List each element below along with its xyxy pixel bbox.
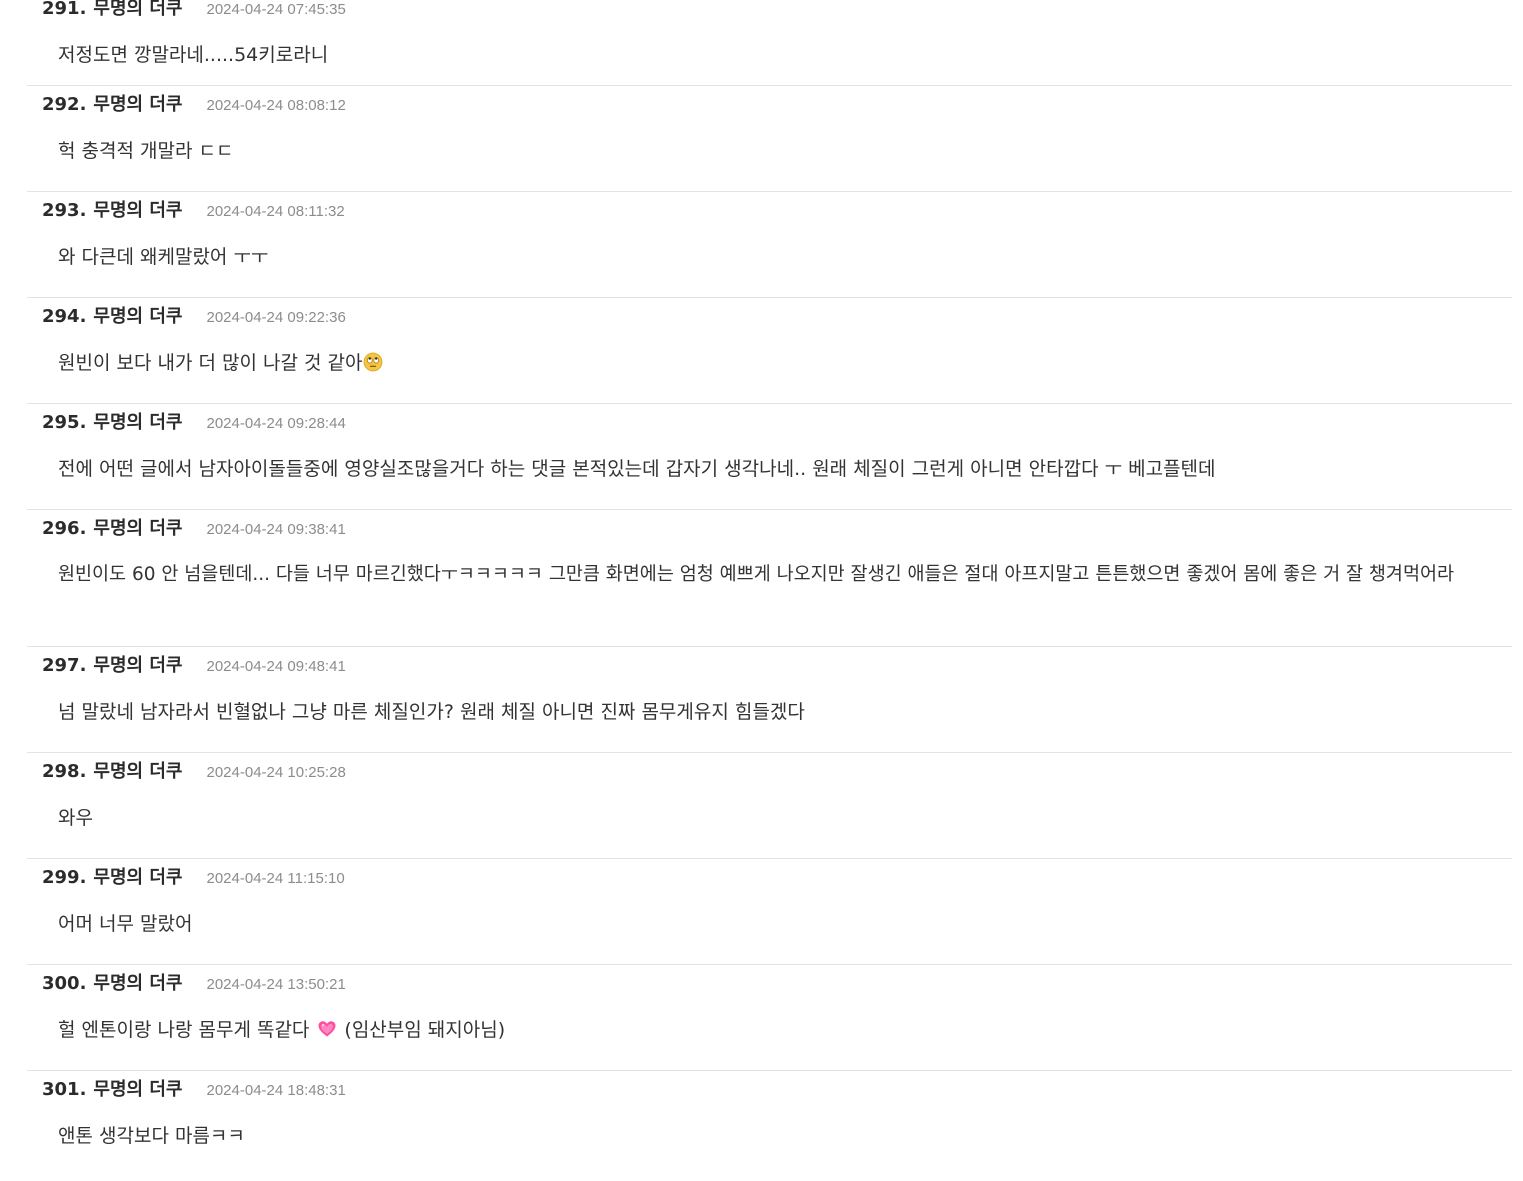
comment-header: 294. 무명의 더쿠 2024-04-24 09:22:36 [42, 302, 346, 328]
comment-number: 295. [42, 412, 87, 433]
comment-text: 원빈이 보다 내가 더 많이 나갈 것 같아 [58, 352, 363, 374]
comment-date: 2024-04-24 11:15:10 [206, 870, 345, 887]
comment-number: 298. [42, 761, 87, 782]
comment-item: 296. 무명의 더쿠 2024-04-24 09:38:41 원빈이도 60 … [27, 510, 1512, 647]
comment-author[interactable]: 무명의 더쿠 [93, 1075, 182, 1101]
comment-item: 299. 무명의 더쿠 2024-04-24 11:15:10 어머 너무 말랐… [27, 859, 1512, 965]
comment-item: 293. 무명의 더쿠 2024-04-24 08:11:32 와 다큰데 왜케… [27, 192, 1512, 298]
comment-number: 299. [42, 867, 87, 888]
comment-body: 와 다큰데 왜케말랐어 ㅜㅜ [58, 240, 1492, 274]
rolling-eyes-emoji [364, 352, 383, 372]
comment-text: 앤톤 생각보다 마름ㅋㅋ [58, 1125, 245, 1147]
comment-number: 291. [42, 0, 87, 19]
comment-body: 와우 [58, 801, 1492, 835]
comment-text: 와 다큰데 왜케말랐어 ㅜㅜ [58, 246, 269, 268]
comment-date: 2024-04-24 09:28:44 [206, 415, 346, 432]
comment-list: 291. 무명의 더쿠 2024-04-24 07:45:35 저정도면 깡말라… [0, 0, 1512, 1177]
comment-text: 저정도면 깡말라네.....54키로라니 [58, 44, 329, 66]
comment-header: 299. 무명의 더쿠 2024-04-24 11:15:10 [42, 863, 345, 889]
comment-date: 2024-04-24 09:48:41 [206, 658, 346, 675]
heart-icon [318, 1021, 336, 1037]
comment-date: 2024-04-24 09:38:41 [206, 521, 346, 538]
comment-author[interactable]: 무명의 더쿠 [93, 969, 182, 995]
comment-text: 와우 [58, 807, 93, 829]
comment-date: 2024-04-24 08:08:12 [206, 97, 346, 114]
comment-author[interactable]: 무명의 더쿠 [93, 196, 182, 222]
comment-number: 293. [42, 200, 87, 221]
comment-author[interactable]: 무명의 더쿠 [93, 302, 182, 328]
comment-body: 헐 엔톤이랑 나랑 몸무게 똑같다 (임산부임 돼지아님) [58, 1013, 1492, 1047]
comment-text: 어머 너무 말랐어 [58, 913, 193, 935]
comment-body: 넘 말랐네 남자라서 빈혈없나 그냥 마른 체질인가? 원래 체질 아니면 진짜… [58, 695, 1492, 729]
comment-author[interactable]: 무명의 더쿠 [93, 408, 182, 434]
comment-date: 2024-04-24 07:45:35 [206, 1, 346, 18]
comment-date: 2024-04-24 09:22:36 [206, 309, 346, 326]
comment-header: 291. 무명의 더쿠 2024-04-24 07:45:35 [42, 0, 346, 20]
comment-author[interactable]: 무명의 더쿠 [93, 0, 182, 20]
comment-author[interactable]: 무명의 더쿠 [93, 863, 182, 889]
comment-date: 2024-04-24 10:25:28 [206, 764, 346, 781]
comment-text-after: (임산부임 돼지아님) [344, 1019, 506, 1041]
comment-author[interactable]: 무명의 더쿠 [93, 651, 182, 677]
comment-body: 저정도면 깡말라네.....54키로라니 [58, 38, 1492, 72]
comment-body: 원빈이도 60 안 넘을텐데... 다들 너무 마르긴했다ㅜㅋㅋㅋㅋㅋ 그만큼 … [58, 558, 1492, 592]
comment-header: 295. 무명의 더쿠 2024-04-24 09:28:44 [42, 408, 346, 434]
comment-text: 헐 엔톤이랑 나랑 몸무게 똑같다 [58, 1019, 310, 1041]
comment-number: 297. [42, 655, 87, 676]
comment-body: 원빈이 보다 내가 더 많이 나갈 것 같아 [58, 346, 1492, 380]
comment-item: 295. 무명의 더쿠 2024-04-24 09:28:44 전에 어떤 글에… [27, 404, 1512, 510]
comment-body: 헉 충격적 개말라 ㄷㄷ [58, 134, 1492, 168]
comment-item: 292. 무명의 더쿠 2024-04-24 08:08:12 헉 충격적 개말… [27, 86, 1512, 192]
comment-header: 300. 무명의 더쿠 2024-04-24 13:50:21 [42, 969, 346, 995]
comment-body: 앤톤 생각보다 마름ㅋㅋ [58, 1119, 1492, 1153]
comment-text: 원빈이도 60 안 넘을텐데... 다들 너무 마르긴했다ㅜㅋㅋㅋㅋㅋ 그만큼 … [58, 564, 1455, 585]
comment-date: 2024-04-24 13:50:21 [206, 976, 346, 993]
comment-author[interactable]: 무명의 더쿠 [93, 514, 182, 540]
comment-item: 297. 무명의 더쿠 2024-04-24 09:48:41 넘 말랐네 남자… [27, 647, 1512, 753]
comment-body: 어머 너무 말랐어 [58, 907, 1492, 941]
comment-author[interactable]: 무명의 더쿠 [93, 757, 182, 783]
comment-header: 296. 무명의 더쿠 2024-04-24 09:38:41 [42, 514, 346, 540]
comment-item: 291. 무명의 더쿠 2024-04-24 07:45:35 저정도면 깡말라… [27, 0, 1512, 86]
comment-number: 296. [42, 518, 87, 539]
comment-number: 294. [42, 306, 87, 327]
comment-header: 297. 무명의 더쿠 2024-04-24 09:48:41 [42, 651, 346, 677]
comment-item: 301. 무명의 더쿠 2024-04-24 18:48:31 앤톤 생각보다 … [27, 1071, 1512, 1177]
comment-number: 301. [42, 1079, 87, 1100]
comment-date: 2024-04-24 18:48:31 [206, 1082, 346, 1099]
comment-date: 2024-04-24 08:11:32 [206, 203, 345, 220]
comment-item: 300. 무명의 더쿠 2024-04-24 13:50:21 헐 엔톤이랑 나… [27, 965, 1512, 1071]
comment-header: 301. 무명의 더쿠 2024-04-24 18:48:31 [42, 1075, 346, 1101]
comment-item: 294. 무명의 더쿠 2024-04-24 09:22:36 원빈이 보다 내… [27, 298, 1512, 404]
comment-text: 넘 말랐네 남자라서 빈혈없나 그냥 마른 체질인가? 원래 체질 아니면 진짜… [58, 701, 805, 723]
comment-body: 전에 어떤 글에서 남자아이돌들중에 영양실조많을거다 하는 댓글 본적있는데 … [58, 452, 1492, 486]
comment-item: 298. 무명의 더쿠 2024-04-24 10:25:28 와우 [27, 753, 1512, 859]
comment-header: 293. 무명의 더쿠 2024-04-24 08:11:32 [42, 196, 345, 222]
comment-number: 292. [42, 94, 87, 115]
comment-author[interactable]: 무명의 더쿠 [93, 90, 182, 116]
comment-text: 헉 충격적 개말라 ㄷㄷ [58, 140, 234, 162]
comment-header: 298. 무명의 더쿠 2024-04-24 10:25:28 [42, 757, 346, 783]
comment-header: 292. 무명의 더쿠 2024-04-24 08:08:12 [42, 90, 346, 116]
comment-number: 300. [42, 973, 87, 994]
comment-text: 전에 어떤 글에서 남자아이돌들중에 영양실조많을거다 하는 댓글 본적있는데 … [58, 458, 1216, 480]
